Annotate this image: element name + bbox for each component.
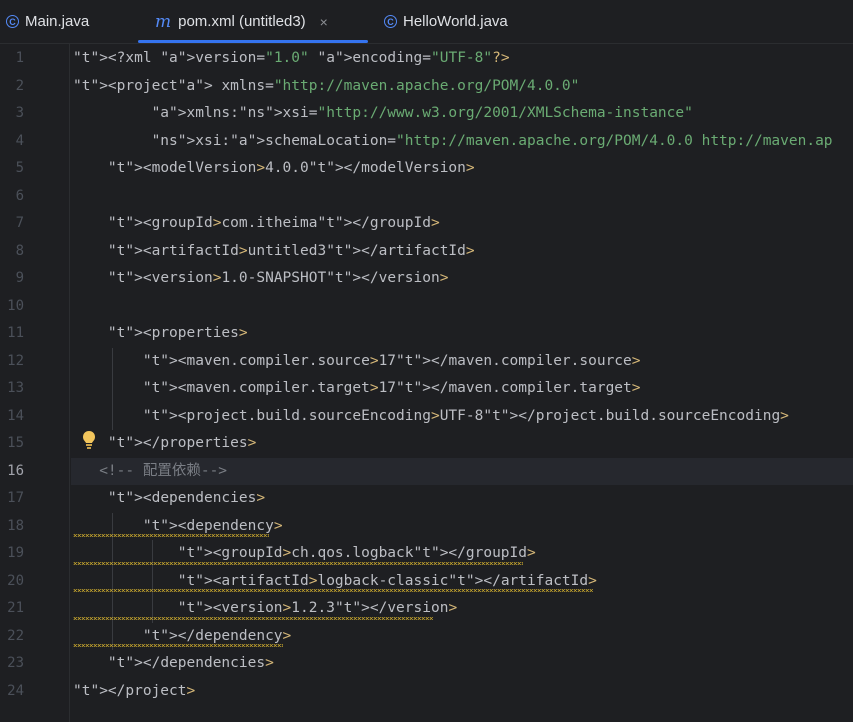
maven-icon: m	[155, 11, 172, 32]
code-line[interactable]: "t"></project>	[73, 678, 195, 706]
code-line[interactable]: "t"><?xml "a">version="1.0" "a">encoding…	[73, 45, 510, 73]
line-number: 14	[7, 407, 24, 424]
code-line[interactable]: "t"></properties>	[73, 430, 256, 458]
line-number: 7	[15, 215, 24, 231]
line-number: 5	[15, 160, 24, 176]
line-number: 11	[7, 325, 24, 341]
line-number: 12	[7, 352, 24, 369]
close-icon[interactable]: ×	[320, 14, 328, 30]
line-number: 13	[7, 380, 24, 396]
line-number: 23	[7, 655, 24, 671]
code-line[interactable]: <!-- 配置依赖-->	[73, 458, 227, 486]
line-number: 9	[15, 270, 24, 286]
code-line[interactable]: "t"><project.build.sourceEncoding>UTF-8"…	[73, 403, 789, 431]
line-number: 22	[7, 627, 24, 644]
code-line[interactable]: "t"><groupId>com.itheima"t"></groupId>	[73, 210, 440, 238]
code-line[interactable]: "t"><properties>	[73, 320, 248, 348]
line-number: 6	[15, 187, 24, 204]
code-line[interactable]: "t"><maven.compiler.source>17"t"></maven…	[73, 348, 641, 376]
line-number: 2	[15, 77, 24, 94]
code-line[interactable]: "ns">xsi:"a">schemaLocation="http://mave…	[73, 128, 833, 156]
tab-helloworld-java[interactable]: C HelloWorld.java	[384, 0, 508, 43]
code-line[interactable]: "t"><groupId>ch.qos.logback"t"></groupId…	[73, 540, 536, 568]
line-number: 24	[7, 682, 24, 699]
code-line[interactable]: "t"><dependency>	[73, 513, 283, 541]
code-line[interactable]: "t"><artifactId>logback-classic"t"></art…	[73, 568, 597, 596]
line-number: 16	[7, 462, 24, 479]
line-number: 8	[15, 242, 24, 259]
tab-pom-xml[interactable]: m pom.xml (untitled3) ×	[155, 0, 328, 43]
code-editor[interactable]: "t"><?xml "a">version="1.0" "a">encoding…	[71, 44, 853, 722]
tab-main-java[interactable]: C Main.java	[6, 0, 89, 43]
editor-tab-bar: C Main.java m pom.xml (untitled3) × C He…	[0, 0, 853, 44]
active-tab-indicator	[138, 40, 368, 43]
java-class-icon: C	[384, 15, 397, 28]
line-number: 10	[7, 297, 24, 314]
code-line[interactable]: "t"><modelVersion>4.0.0"t"></modelVersio…	[73, 155, 475, 183]
line-number: 17	[7, 490, 24, 506]
code-line[interactable]: "t"><maven.compiler.target>17"t"></maven…	[73, 375, 641, 403]
line-number: 3	[15, 105, 24, 121]
line-number: 1	[15, 50, 24, 66]
line-number: 20	[7, 572, 24, 589]
code-line[interactable]: "t"><project"a"> xmlns="http://maven.apa…	[73, 73, 579, 101]
tab-label: HelloWorld.java	[403, 13, 508, 30]
line-number: 19	[7, 545, 24, 561]
code-line[interactable]: "t"></dependencies>	[73, 650, 274, 678]
code-line[interactable]: "t"><artifactId>untitled3"t"></artifactI…	[73, 238, 475, 266]
tab-label: Main.java	[25, 13, 90, 30]
line-number: 15	[7, 435, 24, 451]
java-class-icon: C	[6, 15, 19, 28]
line-number: 21	[7, 600, 24, 616]
code-line[interactable]: "a">xmlns:"ns">xsi="http://www.w3.org/20…	[73, 100, 693, 128]
line-number: 4	[15, 132, 24, 149]
code-line[interactable]: "t"><version>1.0-SNAPSHOT"t"></version>	[73, 265, 449, 293]
code-line[interactable]: "t"></dependency>	[73, 623, 291, 651]
tab-label: pom.xml (untitled3)	[178, 13, 306, 30]
code-line[interactable]: "t"><dependencies>	[73, 485, 265, 513]
line-number: 18	[7, 517, 24, 534]
code-line[interactable]: "t"><version>1.2.3"t"></version>	[73, 595, 457, 623]
line-number-gutter[interactable]: 1 2 3 4 5 6 7 8 9 10 11 12 13 14 15 16 17 18 19 20 21 22 23 24	[0, 44, 70, 722]
